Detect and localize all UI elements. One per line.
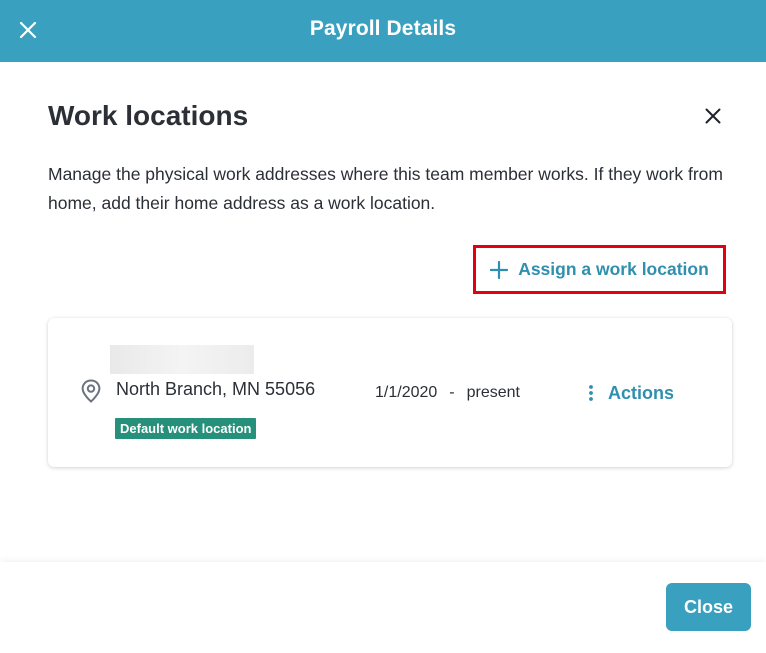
assign-work-location-button[interactable]: Assign a work location xyxy=(473,245,726,294)
top-bar: Payroll Details xyxy=(0,0,766,62)
page-title: Payroll Details xyxy=(309,17,457,40)
date-separator: - xyxy=(449,384,455,401)
redacted-address-line xyxy=(110,345,254,374)
start-date: 1/1/2020 xyxy=(375,384,438,401)
section-description: Manage the physical work addresses where… xyxy=(48,164,723,213)
work-location-card: North Branch, MN 55056 Default work loca… xyxy=(48,318,732,467)
assign-work-location-label: Assign a work location xyxy=(518,259,709,279)
panel-close-icon[interactable] xyxy=(700,103,726,129)
map-pin-icon xyxy=(81,379,101,403)
kebab-menu-icon xyxy=(589,385,593,401)
actions-label: Actions xyxy=(608,382,675,403)
plus-icon xyxy=(490,260,509,279)
location-actions-button[interactable]: Actions xyxy=(588,380,674,406)
end-date: present xyxy=(466,384,520,401)
location-address: North Branch, MN 55056 xyxy=(116,379,316,399)
location-date-range: 1/1/2020 - present xyxy=(375,384,520,402)
work-locations-panel: Work locations Manage the physical work … xyxy=(0,62,766,562)
default-location-badge: Default work location xyxy=(115,418,257,439)
footer-bar: Close xyxy=(0,562,766,653)
section-title: Work locations xyxy=(48,100,249,131)
close-button[interactable]: Close xyxy=(666,583,751,631)
